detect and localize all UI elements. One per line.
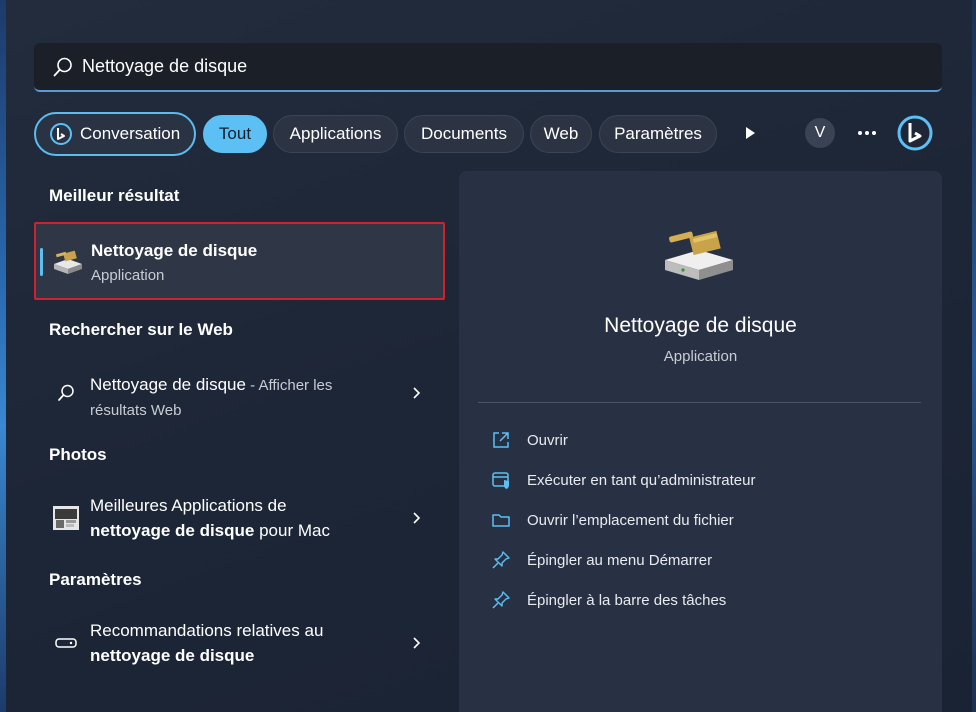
action-run-as-admin-label: Exécuter en tant qu’administrateur — [527, 471, 756, 489]
tab-documents[interactable]: Documents — [404, 115, 524, 153]
action-pin-start-label: Épingler au menu Démarrer — [527, 551, 713, 569]
tab-parametres-label: Paramètres — [614, 124, 702, 143]
photos-result-rest: pour Mac — [254, 521, 330, 540]
photos-result-line1: Meilleures Applications de — [90, 496, 287, 515]
search-input[interactable] — [82, 56, 882, 77]
avatar[interactable]: V — [805, 118, 835, 148]
desktop-wallpaper-edge — [0, 0, 6, 712]
best-result-heading: Meilleur résultat — [49, 186, 180, 205]
web-search-heading: Rechercher sur le Web — [49, 320, 233, 339]
folder-icon — [492, 514, 510, 527]
settings-result-bold: nettoyage de disque — [90, 646, 255, 665]
preview-divider — [478, 402, 921, 403]
play-arrow-icon — [746, 127, 755, 139]
action-pin-taskbar-label: Épingler à la barre des tâches — [527, 591, 727, 609]
bing-chat-icon — [50, 123, 72, 145]
search-icon — [58, 384, 74, 401]
settings-result-line1: Recommandations relatives au — [90, 621, 324, 640]
selection-indicator — [40, 248, 43, 276]
action-run-as-admin[interactable]: Exécuter en tant qu’administrateur — [491, 467, 755, 493]
photos-heading: Photos — [49, 445, 107, 464]
photos-result-bold: nettoyage de disque — [90, 521, 255, 540]
search-box[interactable] — [34, 43, 942, 92]
tab-documents-label: Documents — [421, 124, 507, 143]
best-result-title: Nettoyage de disque — [91, 241, 258, 260]
ellipsis-icon — [858, 131, 876, 135]
settings-heading: Paramètres — [49, 570, 142, 589]
tab-tout[interactable]: Tout — [203, 115, 267, 153]
disk-cleanup-large-icon — [665, 230, 733, 280]
preview-subtitle: Application — [663, 348, 738, 365]
web-result-title: Nettoyage de disque — [90, 375, 246, 394]
preview-title: Nettoyage de disque — [604, 314, 797, 337]
photo-thumbnail-icon — [53, 506, 79, 530]
open-external-icon — [493, 432, 509, 448]
tab-applications-label: Applications — [289, 124, 382, 143]
filter-bar: Conversation Tout Applications Documents… — [34, 112, 942, 156]
preview-pane: Nettoyage de disque Application Ouvrir E… — [459, 171, 942, 712]
settings-result-item[interactable]: Recommandations relatives au nettoyage d… — [34, 615, 445, 671]
action-open-file-location-label: Ouvrir l’emplacement du fichier — [527, 511, 734, 529]
action-open[interactable]: Ouvrir — [491, 427, 568, 453]
bing-icon — [897, 115, 933, 151]
tab-parametres[interactable]: Paramètres — [599, 115, 717, 153]
web-result-item[interactable]: Nettoyage de disque - Afficher les résul… — [34, 364, 445, 422]
search-icon — [53, 57, 72, 76]
more-options-button[interactable] — [852, 118, 882, 148]
chevron-right-icon — [413, 512, 421, 524]
shield-admin-icon — [492, 472, 509, 489]
chevron-right-icon — [413, 387, 421, 399]
desktop-wallpaper-edge-right — [972, 0, 976, 712]
conversation-label: Conversation — [80, 124, 181, 143]
tab-web[interactable]: Web — [530, 115, 592, 153]
action-open-label: Ouvrir — [527, 431, 568, 449]
action-pin-start[interactable]: Épingler au menu Démarrer — [491, 547, 712, 573]
web-result-line2: résultats Web — [90, 402, 182, 419]
web-result-suffix: - Afficher les — [245, 377, 333, 394]
disk-cleanup-icon — [54, 250, 82, 274]
tab-applications[interactable]: Applications — [273, 115, 398, 153]
best-result-item[interactable]: Nettoyage de disque Application — [34, 222, 445, 300]
best-result-subtitle: Application — [91, 267, 165, 284]
tab-web-label: Web — [543, 124, 579, 143]
more-filters-button[interactable] — [735, 118, 765, 148]
bing-button[interactable] — [896, 114, 934, 152]
tab-tout-label: Tout — [218, 124, 252, 143]
pin-icon — [492, 551, 510, 569]
action-pin-taskbar[interactable]: Épingler à la barre des tâches — [491, 587, 726, 613]
photos-result-item[interactable]: Meilleures Applications de nettoyage de … — [34, 490, 445, 546]
chevron-right-icon — [413, 637, 421, 649]
avatar-letter: V — [814, 124, 826, 141]
storage-drive-icon — [55, 638, 77, 648]
conversation-button[interactable]: Conversation — [34, 112, 196, 156]
action-open-file-location[interactable]: Ouvrir l’emplacement du fichier — [491, 507, 734, 533]
pin-icon — [492, 591, 510, 609]
